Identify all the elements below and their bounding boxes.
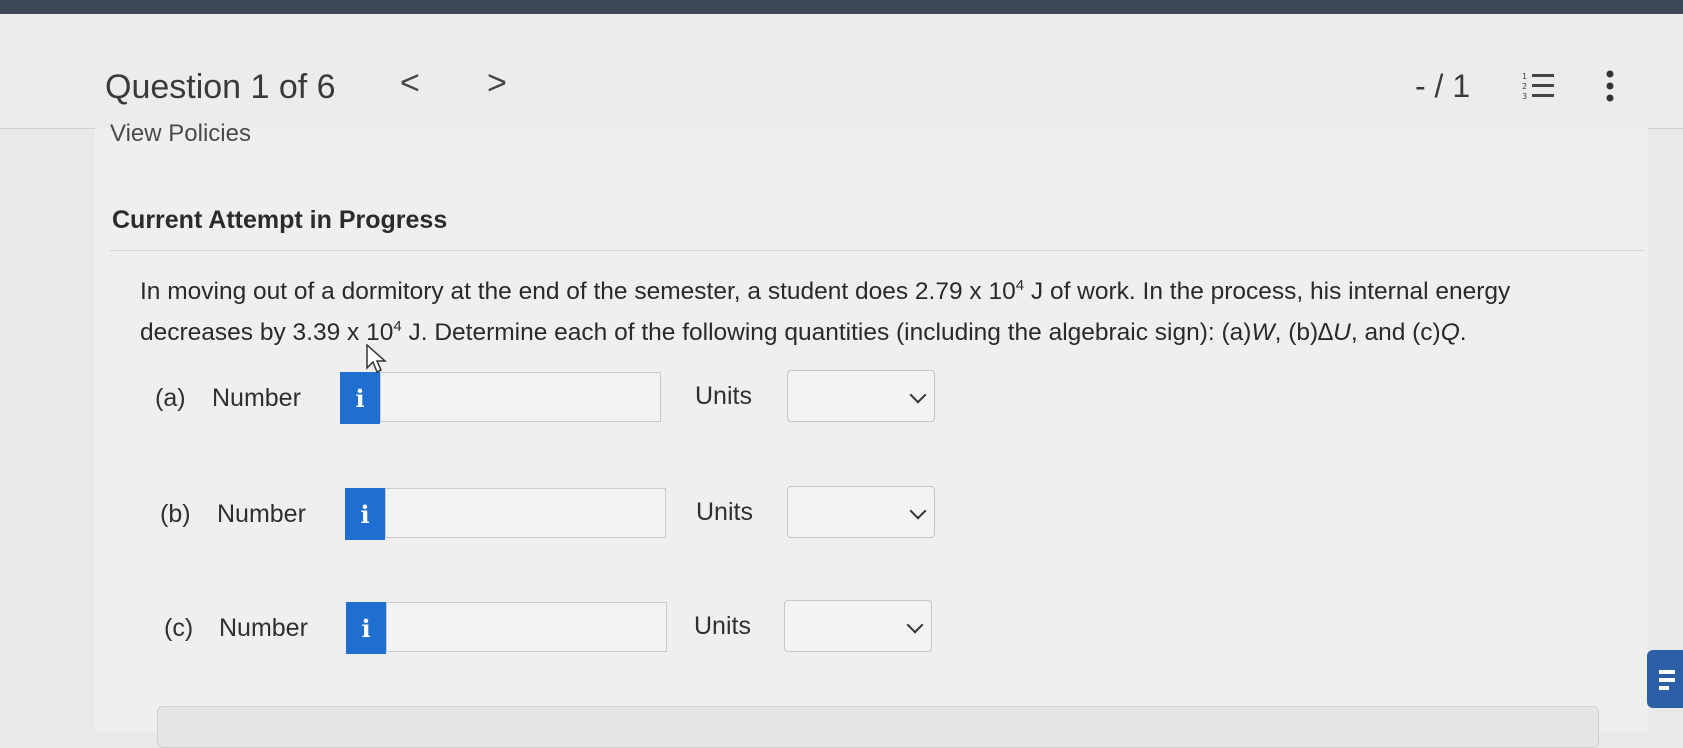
units-dropdown-a[interactable] (787, 370, 935, 422)
chat-icon-line (1659, 670, 1675, 674)
units-label: Units (694, 612, 751, 640)
chevron-down-icon (909, 386, 927, 404)
next-question-button[interactable]: > (487, 64, 507, 103)
part-label: (a) (155, 384, 186, 412)
info-button[interactable]: i (345, 488, 385, 540)
previous-question-button[interactable]: < (400, 64, 420, 103)
units-dropdown-c[interactable] (784, 600, 932, 652)
mouse-pointer-icon (366, 344, 387, 374)
part-label: (b) (160, 500, 191, 528)
number-input-b[interactable] (385, 488, 666, 538)
part-label: (c) (164, 614, 194, 642)
answer-row-a: (a) Number i Units (155, 370, 935, 428)
view-policies-link[interactable]: View Policies (110, 120, 251, 148)
units-dropdown-b[interactable] (787, 486, 935, 538)
question-text: In moving out of a dormitory at the end … (140, 277, 1511, 347)
number-input-a[interactable] (380, 372, 661, 422)
score-display: - / 1 (1415, 68, 1471, 104)
chat-button[interactable] (1647, 650, 1683, 708)
answer-row-c: (c) Number i Units (164, 600, 944, 658)
units-label: Units (696, 498, 753, 526)
attempt-heading: Current Attempt in Progress (112, 206, 448, 234)
chevron-down-icon (906, 616, 924, 634)
bottom-panel (157, 706, 1599, 748)
question-counter: Question 1 of 6 (105, 68, 336, 106)
top-bar (0, 0, 1683, 14)
info-button[interactable]: i (346, 602, 386, 654)
number-label: Number (217, 500, 306, 528)
number-label: Number (212, 384, 301, 412)
chat-icon-line (1659, 686, 1669, 690)
units-label: Units (695, 382, 752, 410)
number-label: Number (219, 614, 308, 642)
svg-text:3: 3 (1522, 92, 1527, 101)
answer-row-b: (b) Number i Units (160, 486, 940, 544)
chat-icon-line (1659, 678, 1675, 682)
svg-text:1: 1 (1522, 72, 1527, 81)
more-options-icon[interactable] (1604, 70, 1616, 102)
question-list-icon[interactable]: 1 2 3 (1522, 71, 1556, 101)
number-input-c[interactable] (386, 602, 667, 652)
info-button[interactable]: i (340, 372, 380, 424)
question-header: Question 1 of 6 < > - / 1 1 2 3 (0, 14, 1683, 129)
divider (110, 250, 1645, 251)
chevron-down-icon (909, 502, 927, 520)
svg-text:2: 2 (1522, 82, 1527, 91)
